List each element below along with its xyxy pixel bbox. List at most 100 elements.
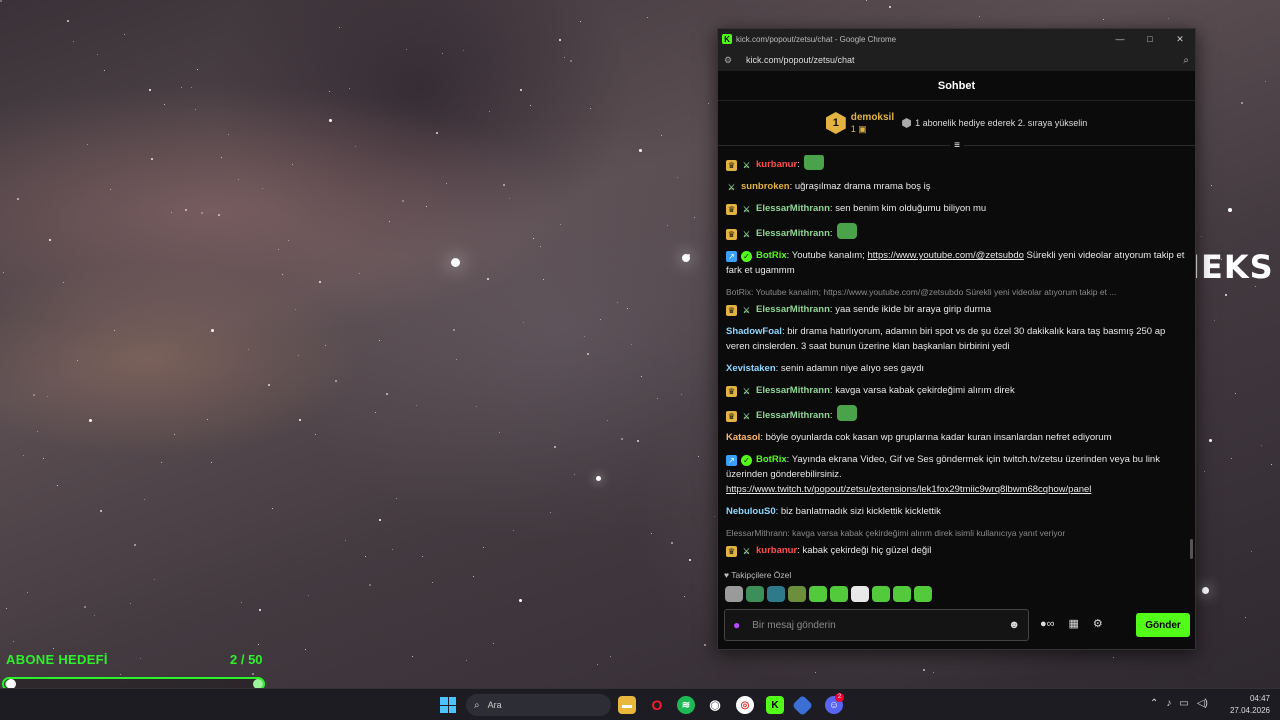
kick-app-icon[interactable]: K [766,696,784,714]
star [1167,17,1169,19]
star [2,271,4,273]
emote-quick-row [725,586,932,602]
message-username[interactable]: ElessarMithrann [756,304,830,315]
star [379,519,381,521]
message-username[interactable]: ElessarMithrann [756,203,830,214]
chat-message[interactable]: ♛ ⚔ ElessarMithrann: [726,405,1189,423]
chat-message[interactable]: ⚔ sunbroken: uğraşılmaz drama mrama boş i… [726,179,1189,194]
site-settings-icon[interactable]: ⚙ [724,55,734,66]
minimize-button[interactable]: — [1105,34,1135,45]
chat-input-placeholder[interactable]: Bir mesaj gönderin [752,620,1008,631]
leader-username[interactable]: demoksil [851,111,894,124]
zoom-icon[interactable]: ⌕ [1183,55,1189,66]
message-username[interactable]: kurbanur [756,159,797,170]
message-username[interactable]: NebulouS0 [726,506,776,517]
maximize-button[interactable]: □ [1135,34,1165,45]
taskbar-search[interactable]: ⌕ Ara [466,694,611,716]
message-username[interactable]: ElessarMithrann [756,410,830,421]
star [304,649,306,651]
send-button[interactable]: Gönder [1136,613,1190,637]
chat-message[interactable]: ♛ ⚔ ElessarMithrann: yaa sende ikide bir a… [726,302,1189,317]
star [932,671,934,673]
star [446,183,448,185]
emote-icon[interactable] [767,586,785,602]
obs-icon[interactable]: ◉ [706,696,724,714]
rank-hex-icon [902,118,912,128]
chat-message[interactable]: ♛ ⚔ kurbanur: kabak çekirdeği hiç güzel de… [726,543,1189,558]
message-link[interactable]: https://www.twitch.tv/popout/zetsu/exten… [726,484,1091,495]
opera-icon[interactable]: O [648,696,666,714]
message-username[interactable]: sunbroken [741,181,790,192]
network-icon[interactable]: ▭ [1179,698,1188,709]
taskbar-clock[interactable]: 04:47 27.04.2026 [1226,693,1270,717]
chat-message[interactable]: Xevistaken: senin adamın niye alıyo ses … [726,361,1189,376]
emote-icon[interactable] [914,586,932,602]
message-username[interactable]: kurbanur [756,545,797,556]
collapse-icon[interactable]: ≡ [950,140,964,152]
message-username[interactable]: Katasol [726,432,760,443]
star [391,549,393,551]
chat-message[interactable]: ShadowFoal: bir drama hatırlıyorum, adam… [726,324,1189,354]
star [67,20,69,22]
emote-icon[interactable] [746,586,764,602]
message-text: : senin adamın niye alıyo ses gaydı [775,363,925,374]
star [278,249,280,251]
close-button[interactable]: ✕ [1165,34,1195,45]
address-bar[interactable]: ⚙ kick.com/popout/zetsu/chat ⌕ [718,49,1195,71]
star [22,454,24,456]
star [389,220,391,222]
chat-input[interactable]: ● Bir mesaj gönderin ☻ [724,609,1029,641]
chevron-up-icon[interactable]: ⌃ [1150,698,1158,709]
chrome-popup-window: K kick.com/popout/zetsu/chat - Google Ch… [717,28,1196,650]
message-username[interactable]: ShadowFoal [726,326,782,337]
points-icon[interactable]: ●∞ [1040,618,1055,630]
emote-icon[interactable] [872,586,890,602]
emote-icon[interactable] [725,586,743,602]
address-url[interactable]: kick.com/popout/zetsu/chat [746,55,855,65]
message-username[interactable]: BotRix [756,250,787,261]
message-link[interactable]: https://www.youtube.com/@zetsubdo [867,250,1023,261]
star [486,277,489,280]
microphone-tray-icon[interactable]: ♪ [1166,698,1171,709]
chat-message[interactable]: Katasol: böyle oyunlarda cok kasan wp gr… [726,430,1189,445]
message-username[interactable]: BotRix [756,454,787,465]
chat-message[interactable]: ♛ ⚔ ElessarMithrann: sen benim kim olduğum… [726,201,1189,216]
star [12,640,14,642]
star [395,498,397,500]
chat-header: Sohbet [718,71,1195,101]
emote-icon[interactable] [851,586,869,602]
mic-icon[interactable]: ● [733,618,740,632]
emote-icon[interactable] [809,586,827,602]
sword-badge-icon: ⚔ [742,306,751,315]
pepe-emote-icon[interactable] [836,223,857,239]
chat-message[interactable]: NebulouS0: biz banlatmadık sizi kicklett… [726,504,1189,519]
chrome-icon[interactable]: ◎ [736,696,754,714]
chat-message[interactable]: ♛ ⚔ ElessarMithrann: kavga varsa kabak çek… [726,383,1189,398]
chat-message[interactable]: ↗ ✓ BotRix: Youtube kanalım; https://www.y… [726,248,1189,278]
emoji-icon[interactable]: ☻ [1008,619,1020,631]
star [100,510,102,512]
star [184,208,187,211]
message-username[interactable]: Xevistaken [726,363,776,374]
message-username[interactable]: ElessarMithrann [756,385,830,396]
spotify-icon[interactable]: ≋ [677,696,695,714]
app-diamond-icon[interactable] [791,694,814,717]
emote-icon[interactable] [893,586,911,602]
pepe-emote-icon[interactable] [803,155,824,170]
chat-scrollbar[interactable] [1190,539,1193,559]
message-username[interactable]: ElessarMithrann [756,228,830,239]
pepe-emote-icon[interactable] [836,405,857,421]
volume-icon[interactable]: ◁) [1197,698,1208,709]
sword-badge-icon: ⚔ [742,161,751,170]
emote-icon[interactable] [788,586,806,602]
store-icon[interactable]: ▦ [1069,617,1079,630]
chat-message[interactable]: ↗ ✓ BotRix: Yayında ekrana Video, Gif ve S… [726,452,1189,497]
chat-message[interactable]: ♛ ⚔ kurbanur: [726,155,1189,172]
windows-start-icon[interactable] [440,697,456,713]
gift-leaderboard[interactable]: 1 demoksil 1 ▣ 1 abonelik hediye ederek … [718,101,1195,152]
file-explorer-icon[interactable]: ▬ [618,696,636,714]
chat-message[interactable]: ♛ ⚔ ElessarMithrann: [726,223,1189,241]
settings-gear-icon[interactable]: ⚙ [1093,617,1103,630]
window-titlebar[interactable]: K kick.com/popout/zetsu/chat - Google Ch… [718,29,1195,49]
emote-icon[interactable] [830,586,848,602]
